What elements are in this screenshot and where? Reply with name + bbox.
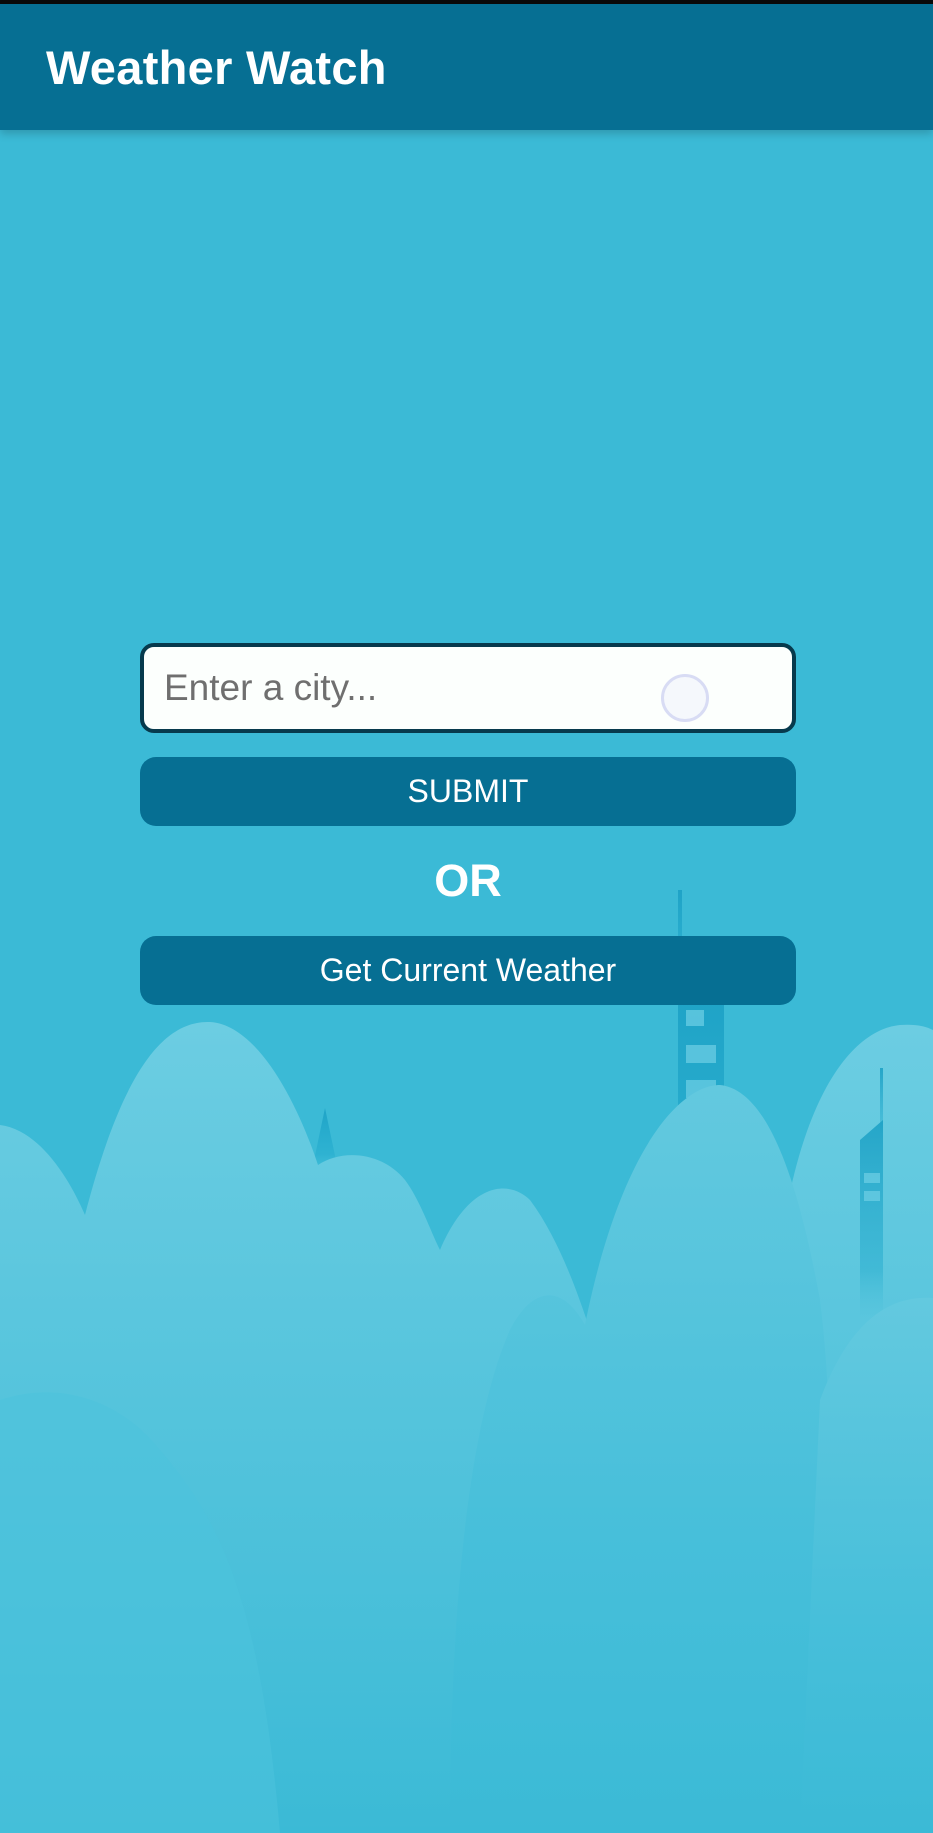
- city-search-form: SUBMIT OR Get Current Weather: [140, 643, 796, 1005]
- app-bar: Weather Watch: [0, 4, 933, 130]
- weather-watch-screen: Weather Watch Enter a city... SUBMIT OR …: [0, 0, 933, 1833]
- touch-indicator-icon: [661, 674, 709, 722]
- app-title: Weather Watch: [46, 41, 387, 94]
- submit-button[interactable]: SUBMIT: [140, 757, 796, 826]
- get-current-weather-button[interactable]: Get Current Weather: [140, 936, 796, 1005]
- city-input-container: [140, 643, 796, 733]
- or-divider-label: OR: [434, 855, 502, 906]
